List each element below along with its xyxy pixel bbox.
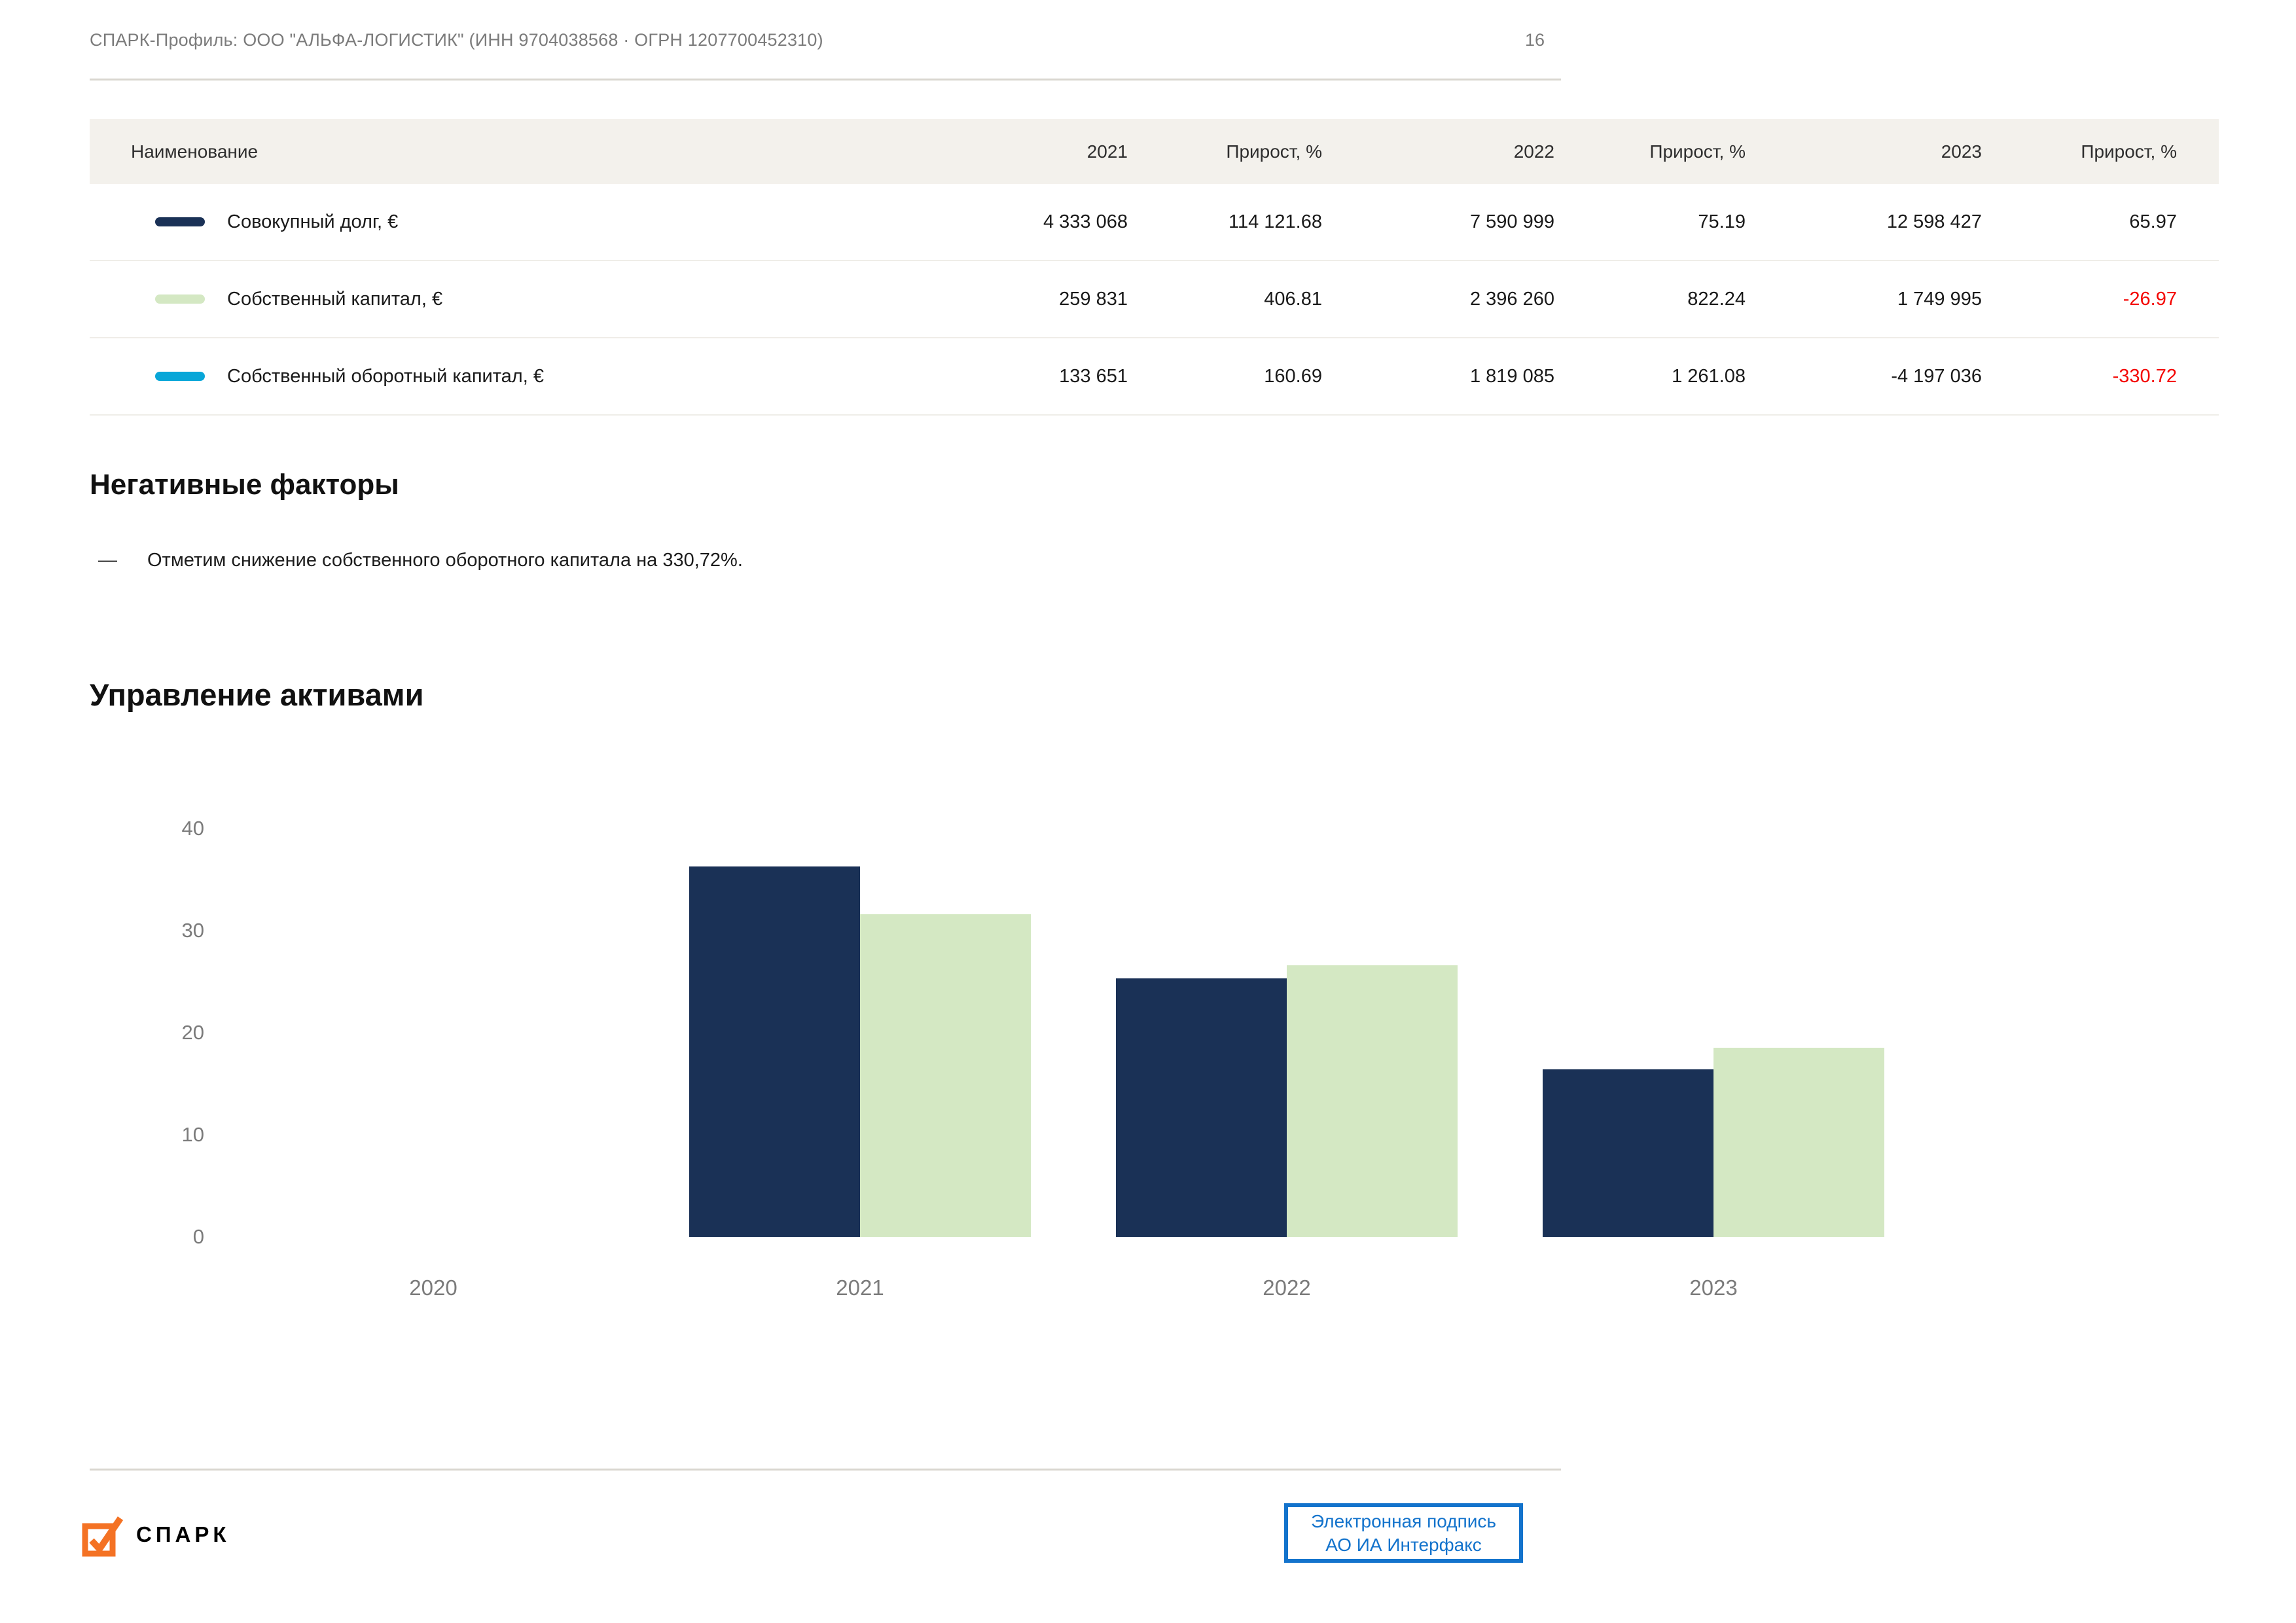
row-name-cell: Собственный капитал, € [90,289,936,310]
y-axis-tick-label: 10 [152,1122,204,1147]
negative-factor-text: Отметим снижение собственного оборотного… [147,550,743,571]
bar-series-green-2023 [1713,1048,1884,1237]
row-name-cell: Собственный оборотный капитал, € [90,366,936,387]
spark-logo: СПАРК [80,1510,230,1559]
legend-swatch [155,217,205,226]
column-header-growth-3: Прирост, % [1982,141,2177,162]
header-divider [90,79,1561,80]
page-number: 16 [1466,30,1545,50]
row-label: Совокупный долг, € [227,211,398,233]
y-axis-tick-label: 20 [152,1020,204,1045]
value-cell: 822.24 [1554,289,1746,310]
page-header-title: СПАРК-Профиль: ООО "АЛЬФА-ЛОГИСТИК" (ИНН… [90,30,823,50]
bullet-dash: — [98,550,147,571]
negative-factor-item: — Отметим снижение собственного оборотно… [98,550,743,571]
value-cell: 75.19 [1554,211,1746,233]
bar-series-navy-2021 [689,866,860,1237]
y-axis-tick-label: 0 [152,1224,204,1249]
table-row: Совокупный долг, € 4 333 068114 121.687 5… [90,184,2219,261]
column-header-2021: 2021 [936,141,1128,162]
x-axis-tick-label: 2020 [361,1275,505,1301]
x-axis-tick-label: 2023 [1641,1275,1785,1301]
value-cell: -4 197 036 [1746,366,1982,387]
value-cell: 114 121.68 [1128,211,1322,233]
y-axis-tick-label: 40 [152,816,204,841]
value-cell: 65.97 [1982,211,2177,233]
footer-divider [90,1469,1561,1471]
value-cell: 2 396 260 [1322,289,1554,310]
financials-table: Наименование 2021 Прирост, % 2022 Прирос… [90,119,2219,416]
bar-series-navy-2022 [1116,978,1287,1237]
negative-factors-heading: Негативные факторы [90,469,399,501]
x-axis-tick-label: 2022 [1215,1275,1359,1301]
value-cell: 7 590 999 [1322,211,1554,233]
value-cell: 1 819 085 [1322,366,1554,387]
column-header-growth-1: Прирост, % [1128,141,1322,162]
x-axis-tick-label: 2021 [788,1275,932,1301]
bar-series-green-2021 [860,914,1031,1237]
spark-logo-text: СПАРК [136,1522,230,1547]
bar-series-navy-2023 [1543,1069,1713,1237]
y-axis-tick-label: 30 [152,918,204,943]
stamp-line-1: Электронная подпись [1311,1510,1496,1533]
row-label: Собственный капитал, € [227,289,442,310]
value-cell: 4 333 068 [936,211,1128,233]
legend-swatch [155,372,205,381]
value-cell: -330.72 [1982,366,2177,387]
column-header-name: Наименование [90,141,936,162]
value-cell: 1 749 995 [1746,289,1982,310]
spark-checkbox-icon [80,1510,128,1559]
stamp-line-2: АО ИА Интерфакс [1325,1533,1482,1557]
value-cell: 406.81 [1128,289,1322,310]
value-cell: 133 651 [936,366,1128,387]
row-label: Собственный оборотный капитал, € [227,366,544,387]
row-name-cell: Совокупный долг, € [90,211,936,233]
value-cell: -26.97 [1982,289,2177,310]
column-header-growth-2: Прирост, % [1554,141,1746,162]
asset-chart: 0 10 20 30 40 2020 2021 2022 2023 [0,805,2062,1329]
value-cell: 160.69 [1128,366,1322,387]
bar-series-green-2022 [1287,965,1458,1237]
value-cell: 1 261.08 [1554,366,1746,387]
table-body: Совокупный долг, € 4 333 068114 121.687 5… [90,184,2219,416]
table-row: Собственный оборотный капитал, €133 6511… [90,338,2219,416]
column-header-2023: 2023 [1746,141,1982,162]
value-cell: 12 598 427 [1746,211,1982,233]
legend-swatch [155,294,205,304]
value-cell: 259 831 [936,289,1128,310]
column-header-2022: 2022 [1322,141,1554,162]
asset-management-heading: Управление активами [90,677,423,713]
table-row: Собственный капитал, € 259 831406.812 396… [90,261,2219,338]
electronic-signature-stamp: Электронная подпись АО ИА Интерфакс [1284,1503,1523,1563]
table-header-row: Наименование 2021 Прирост, % 2022 Прирос… [90,119,2219,184]
